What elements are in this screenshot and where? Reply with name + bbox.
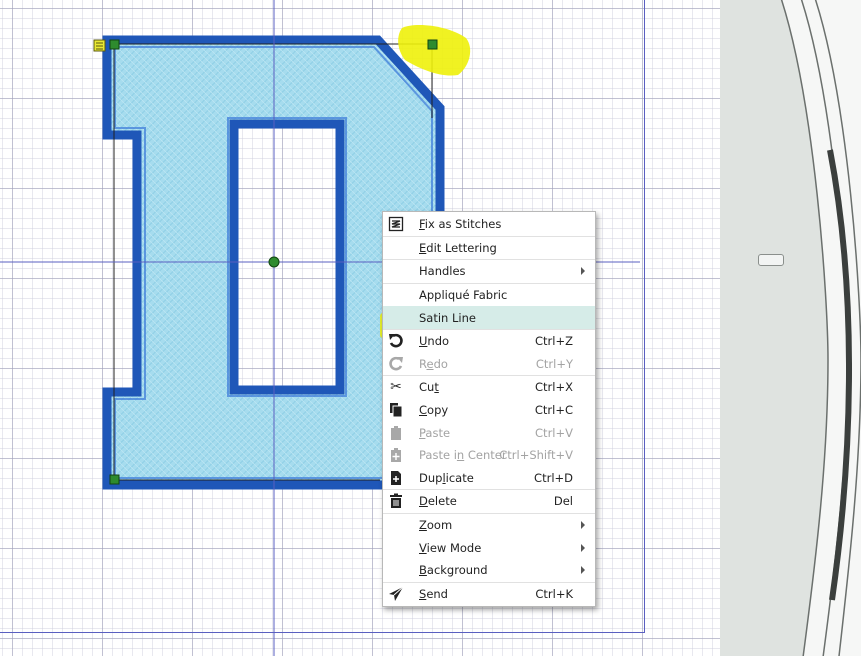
submenu-arrow-icon bbox=[581, 566, 585, 575]
menu-item-background[interactable]: Background bbox=[383, 559, 595, 583]
hoop-frame bbox=[780, 0, 861, 656]
menu-item-label: Redo bbox=[419, 356, 448, 371]
menu-item-label: Copy bbox=[419, 403, 449, 418]
menu-item-label: View Mode bbox=[419, 540, 482, 555]
scissors-icon: ✂ bbox=[390, 379, 402, 396]
send-icon bbox=[387, 585, 405, 603]
menu-item-undo[interactable]: Undo Ctrl+Z bbox=[383, 330, 595, 353]
menu-shortcut: Ctrl+X bbox=[535, 380, 573, 395]
menu-item-cut[interactable]: ✂ Cut Ctrl+X bbox=[383, 376, 595, 399]
handle-center bbox=[268, 256, 280, 268]
menu-item-label: Background bbox=[419, 563, 488, 578]
fix-stitches-icon bbox=[387, 215, 405, 233]
menu-item-label: Fix as Stitches bbox=[419, 217, 502, 232]
letter-d-counter-stitch bbox=[227, 117, 347, 397]
hoop-panel bbox=[720, 0, 861, 656]
menu-item-label: Zoom bbox=[419, 518, 453, 533]
menu-shortcut: Ctrl+Z bbox=[535, 334, 573, 349]
paste-center-icon bbox=[387, 446, 405, 464]
menu-shortcut: Del bbox=[553, 494, 573, 509]
submenu-arrow-icon bbox=[581, 267, 585, 276]
menu-item-label: Satin Line bbox=[419, 310, 476, 325]
menu-item-label: Edit Lettering bbox=[419, 240, 497, 255]
menu-item-duplicate[interactable]: Duplicate Ctrl+D bbox=[383, 467, 595, 491]
menu-item-zoom[interactable]: Zoom bbox=[383, 514, 595, 537]
menu-item-label: Delete bbox=[419, 494, 457, 509]
paste-icon bbox=[387, 424, 405, 442]
duplicate-icon bbox=[387, 469, 405, 487]
menu-item-send[interactable]: Send Ctrl+K bbox=[383, 583, 595, 606]
menu-shortcut: Ctrl+Y bbox=[535, 356, 573, 371]
menu-item-label: Undo bbox=[419, 334, 450, 349]
handle-bottom-left bbox=[109, 474, 120, 485]
menu-item-label: Paste bbox=[419, 425, 451, 440]
redo-icon bbox=[387, 355, 405, 373]
menu-item-label: Handles bbox=[419, 264, 466, 279]
menu-item-handles[interactable]: Handles bbox=[383, 260, 595, 284]
hoop-clip bbox=[758, 254, 784, 266]
menu-item-label: Cut bbox=[419, 380, 439, 395]
menu-shortcut: Ctrl+V bbox=[535, 425, 573, 440]
menu-shortcut: Ctrl+K bbox=[535, 586, 573, 601]
submenu-arrow-icon bbox=[581, 521, 585, 530]
design-artwork[interactable] bbox=[0, 0, 720, 656]
handle-top-left bbox=[109, 39, 120, 50]
design-canvas[interactable] bbox=[0, 0, 720, 656]
menu-item-label: Appliqué Fabric bbox=[419, 288, 508, 303]
menu-item-applique-fabric[interactable]: Appliqué Fabric bbox=[383, 284, 595, 307]
menu-item-copy[interactable]: Copy Ctrl+C bbox=[383, 399, 595, 422]
menu-shortcut: Ctrl+Shift+V bbox=[499, 448, 573, 463]
menu-shortcut: Ctrl+D bbox=[534, 470, 573, 485]
trash-icon bbox=[387, 492, 405, 510]
menu-item-fix-as-stitches[interactable]: Fix as Stitches bbox=[383, 213, 595, 237]
menu-item-paste[interactable]: Paste Ctrl+V bbox=[383, 421, 595, 444]
copy-icon bbox=[387, 401, 405, 419]
context-menu: Fix as Stitches Edit Lettering Handles A… bbox=[382, 211, 596, 608]
submenu-arrow-icon bbox=[581, 543, 585, 552]
handle-top-right bbox=[427, 39, 438, 50]
undo-icon bbox=[387, 332, 405, 350]
menu-item-edit-lettering[interactable]: Edit Lettering bbox=[383, 237, 595, 261]
menu-item-label: Send bbox=[419, 586, 448, 601]
menu-item-satin-line[interactable]: Satin Line bbox=[383, 306, 595, 330]
menu-item-view-mode[interactable]: View Mode bbox=[383, 536, 595, 559]
menu-item-label: Duplicate bbox=[419, 470, 474, 485]
menu-item-paste-in-center[interactable]: Paste in Center Ctrl+Shift+V bbox=[383, 444, 595, 467]
menu-item-redo[interactable]: Redo Ctrl+Y bbox=[383, 353, 595, 377]
menu-shortcut: Ctrl+C bbox=[534, 403, 573, 418]
menu-item-delete[interactable]: Delete Del bbox=[383, 490, 595, 514]
menu-item-label: Paste in Center bbox=[419, 448, 507, 463]
